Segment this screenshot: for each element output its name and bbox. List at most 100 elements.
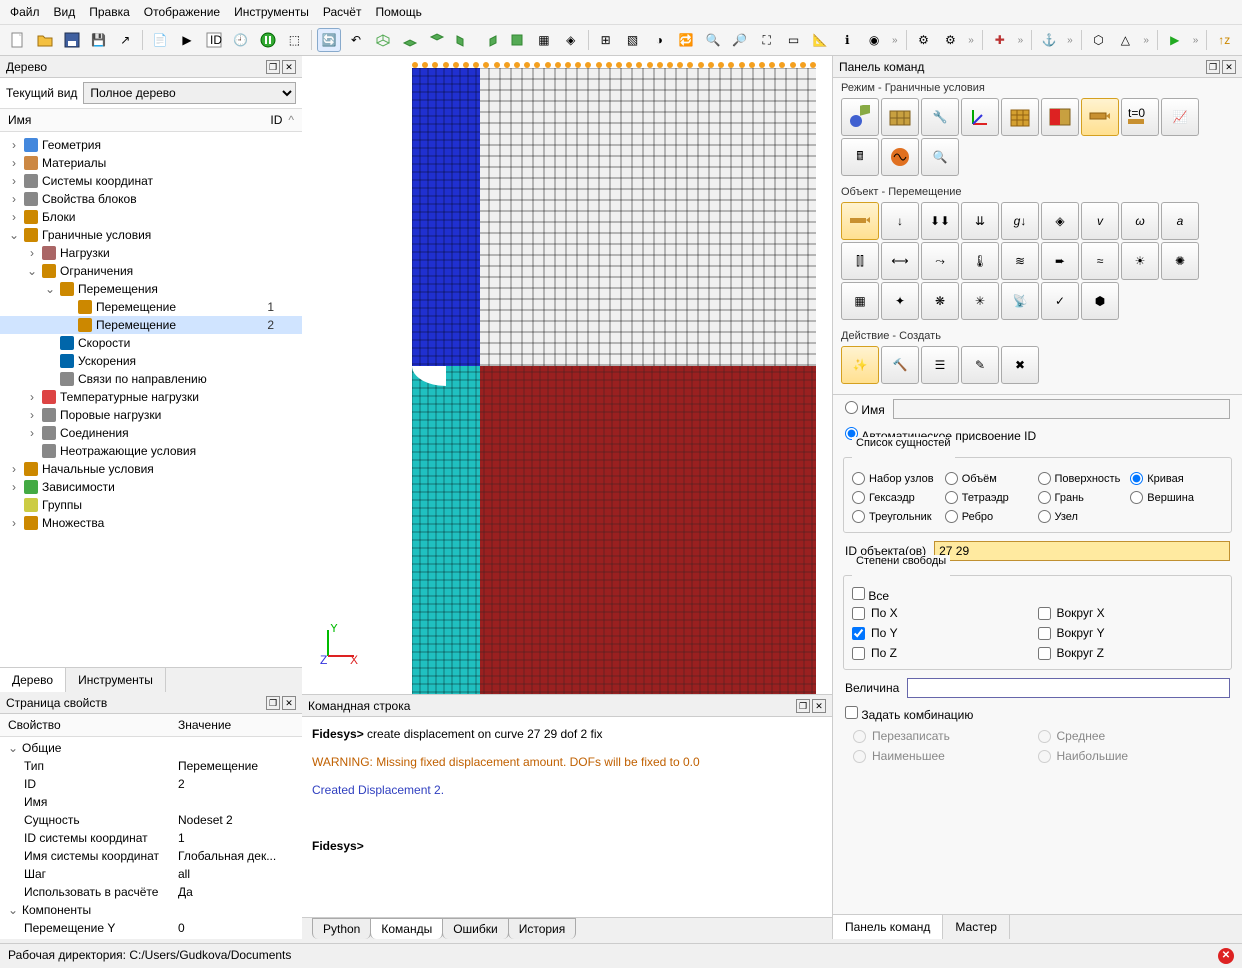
obj-accel-icon[interactable]: a — [1161, 202, 1199, 240]
save-icon[interactable] — [60, 28, 84, 52]
obj-column-icon[interactable]: ⫿⫿ — [841, 242, 879, 280]
tree-item[interactable]: Группы — [0, 496, 302, 514]
tree-item[interactable]: Ускорения — [0, 352, 302, 370]
tree-item[interactable]: ›Начальные условия — [0, 460, 302, 478]
open-icon[interactable] — [33, 28, 57, 52]
name-input[interactable] — [893, 399, 1230, 419]
prop-row[interactable]: СущностьNodeset 2 — [0, 811, 302, 829]
prop-row[interactable]: ⌄Общие — [0, 739, 302, 757]
tri-icon[interactable]: △ — [1113, 28, 1137, 52]
box-icon[interactable]: ▧ — [621, 28, 645, 52]
action-delete-icon[interactable]: ✖ — [1001, 346, 1039, 384]
action-modify-icon[interactable]: ✎ — [961, 346, 999, 384]
magnitude-input[interactable] — [907, 678, 1230, 698]
tree-view[interactable]: ›Геометрия›Материалы›Системы координат›С… — [0, 132, 302, 667]
bounds-icon[interactable]: ▭ — [782, 28, 806, 52]
obj-distributed-icon[interactable]: ⬇⬇ — [921, 202, 959, 240]
fit-icon[interactable]: ⛶ — [755, 28, 779, 52]
obj-velocity-icon[interactable]: v — [1081, 202, 1119, 240]
obj-spring-icon[interactable]: ⤳ — [921, 242, 959, 280]
top-icon[interactable] — [505, 28, 529, 52]
obj-check-icon[interactable]: ✓ — [1041, 282, 1079, 320]
entity-radio[interactable]: Грань — [1038, 488, 1131, 507]
tree-item[interactable]: Неотражающие условия — [0, 442, 302, 460]
prop-row[interactable]: Имя системы координатГлобальная дек... — [0, 847, 302, 865]
persp-icon[interactable]: ◈ — [559, 28, 583, 52]
obj-pore2-icon[interactable]: ✦ — [881, 282, 919, 320]
tab-python[interactable]: Python — [312, 918, 371, 939]
action-create-icon[interactable]: ✨ — [841, 346, 879, 384]
undock-icon[interactable]: ❐ — [266, 696, 280, 710]
mode-init-icon[interactable]: t=0 — [1121, 98, 1159, 136]
obj-force-icon[interactable]: ↓ — [881, 202, 919, 240]
tree-item[interactable]: ›Поровые нагрузки — [0, 406, 302, 424]
dof-check[interactable]: Вокруг X — [1038, 603, 1224, 623]
obj-fan-icon[interactable]: 📡 — [1001, 282, 1039, 320]
tree-item[interactable]: ›Нагрузки — [0, 244, 302, 262]
prop-row[interactable]: Имя — [0, 793, 302, 811]
mode-deps-icon[interactable]: 📈 — [1161, 98, 1199, 136]
prop-row[interactable]: ID2 — [0, 775, 302, 793]
dof-check[interactable]: По Y — [852, 623, 1038, 643]
gear-icon[interactable]: ⚙ — [912, 28, 936, 52]
combo-check[interactable]: Задать комбинацию — [845, 706, 973, 722]
viewport[interactable]: for(let i=0;i<40;i++)document.write('<sp… — [302, 56, 832, 694]
menu-Отображение[interactable]: Отображение — [144, 5, 220, 19]
play-id-icon[interactable]: ID — [202, 28, 226, 52]
dof-check[interactable]: По X — [852, 603, 1038, 623]
entity-radio[interactable]: Поверхность — [1038, 469, 1131, 488]
zoom-out-icon[interactable]: 🔎 — [728, 28, 752, 52]
info-icon[interactable]: ℹ — [835, 28, 859, 52]
mode-bc-icon[interactable] — [1081, 98, 1119, 136]
z-up-icon[interactable]: ↑z — [1212, 28, 1236, 52]
entity-radio[interactable]: Тетраэдр — [945, 488, 1038, 507]
entity-radio[interactable]: Гексаэдр — [852, 488, 945, 507]
entity-radio[interactable]: Объём — [945, 469, 1038, 488]
action-list-icon[interactable]: ☰ — [921, 346, 959, 384]
undock-icon[interactable]: ❐ — [796, 699, 810, 713]
mode-sets-icon[interactable] — [1041, 98, 1079, 136]
tree-item[interactable]: Перемещение2 — [0, 316, 302, 334]
command-output[interactable]: Fidesys> create displacement on curve 27… — [302, 717, 832, 917]
mode-calc-icon[interactable]: 🖩 — [841, 138, 879, 176]
tree-item[interactable]: ›Свойства блоков — [0, 190, 302, 208]
mode-blocks-icon[interactable] — [1001, 98, 1039, 136]
prop-row[interactable]: Перемещение Y0 — [0, 919, 302, 937]
entity-radio[interactable]: Треугольник — [852, 507, 945, 526]
obj-volume-icon[interactable]: ◈ — [1041, 202, 1079, 240]
obj-flux-icon[interactable]: ➨ — [1041, 242, 1079, 280]
mode-results-icon[interactable] — [881, 138, 919, 176]
close-icon[interactable]: ✕ — [282, 60, 296, 74]
bottom-icon[interactable]: ▦ — [532, 28, 556, 52]
mode-cs-icon[interactable] — [961, 98, 999, 136]
close-icon[interactable]: ✕ — [1222, 60, 1236, 74]
obj-pore-icon[interactable]: ▦ — [841, 282, 879, 320]
prop-row[interactable]: ⌄Компоненты — [0, 901, 302, 919]
undock-icon[interactable]: ❐ — [266, 60, 280, 74]
tab-tools[interactable]: Инструменты — [66, 668, 166, 692]
new-icon[interactable] — [6, 28, 30, 52]
menu-Помощь[interactable]: Помощь — [375, 5, 421, 19]
props-body[interactable]: ⌄ОбщиеТипПеремещениеID2ИмяСущностьNodese… — [0, 737, 302, 939]
obj-pressure-icon[interactable]: ⇊ — [961, 202, 999, 240]
refresh-icon[interactable]: 🔁 — [674, 28, 698, 52]
prop-row[interactable]: Использовать в расчётеДа — [0, 883, 302, 901]
rotate-icon[interactable]: 🔄 — [317, 28, 341, 52]
entity-radio[interactable]: Вершина — [1130, 488, 1223, 507]
name-radio[interactable]: Имя — [845, 401, 885, 417]
prop-row[interactable]: ТипПеремещение — [0, 757, 302, 775]
obj-conv-icon[interactable]: ≈ — [1081, 242, 1119, 280]
settings-icon[interactable]: ⚙ — [938, 28, 962, 52]
play-icon[interactable]: ▶ — [1163, 28, 1187, 52]
obj-displacement-icon[interactable] — [841, 202, 879, 240]
entity-icon[interactable]: ◉ — [862, 28, 886, 52]
entity-radio[interactable]: Узел — [1038, 507, 1131, 526]
action-edit-icon[interactable]: 🔨 — [881, 346, 919, 384]
error-indicator-icon[interactable]: ✕ — [1218, 948, 1234, 964]
axis-add-icon[interactable]: ✚ — [988, 28, 1012, 52]
object-id-input[interactable] — [934, 541, 1230, 561]
tree-item[interactable]: ⌄Граничные условия — [0, 226, 302, 244]
tree-item[interactable]: ›Зависимости — [0, 478, 302, 496]
mode-mesh-icon[interactable] — [881, 98, 919, 136]
obj-temp-icon[interactable]: 🌡 — [961, 242, 999, 280]
